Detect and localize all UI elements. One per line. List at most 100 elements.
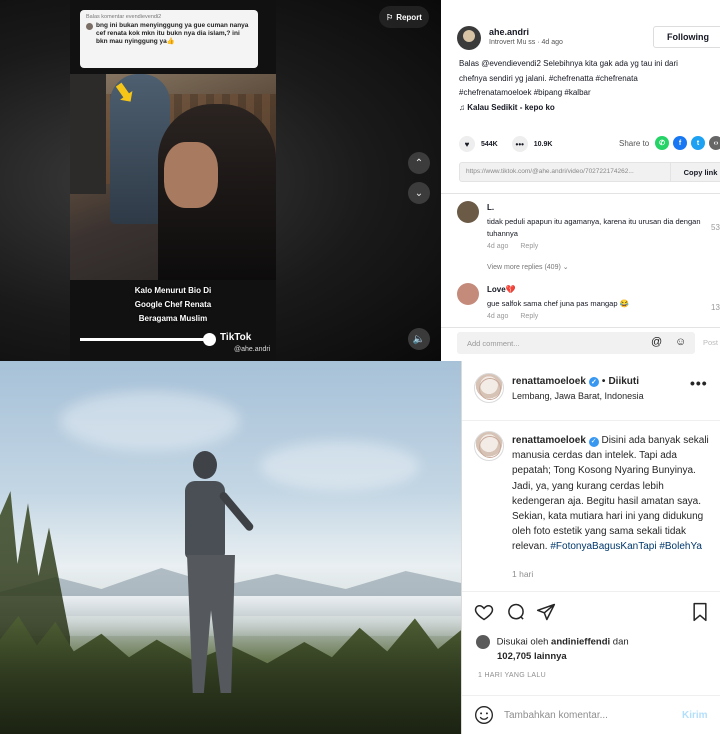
author-username[interactable]: ahe.andri [489,27,529,37]
link-url[interactable]: https://www.tiktok.com/@ahe.andri/video/… [466,168,666,175]
report-label: Report [396,12,422,22]
comment-input[interactable]: Tambahkan komentar... [504,710,608,721]
volume-button[interactable]: 🔈 [408,328,430,350]
caption-line-1: Kalo Menurut Bio Di [134,286,212,295]
following-status[interactable]: Diikuti [608,376,639,387]
like-icon[interactable] [472,600,496,624]
caption-line-2: Google Chef Renata [134,300,212,309]
next-video-button[interactable]: ⌄ [408,182,430,204]
caption-avatar[interactable] [474,431,504,461]
comment-like[interactable]: ♡ 53.9 [711,214,720,232]
post-button[interactable]: Post [703,338,718,347]
liked-by-and: dan [612,636,629,648]
profile-username[interactable]: renattamoeloek [512,376,586,387]
divider [441,193,720,194]
bystander-figure [70,74,106,194]
emoji-icon[interactable] [474,705,494,725]
share-plane-icon[interactable] [534,600,558,624]
more-options-icon[interactable]: ••• [690,375,708,391]
verified-badge-icon: ✓ [588,436,599,447]
tiktok-video-player[interactable]: Balas komentar evendievendi2 bng ini buk… [70,0,276,361]
instagram-side-panel: renattamoeloek ✓ • Diikuti Lembang, Jawa… [461,361,720,734]
facebook-icon[interactable]: f [673,136,687,150]
silhouette-legs [187,555,235,693]
comment-icon[interactable]: ••• [511,136,528,152]
comment-meta: 4d ago Reply [487,313,538,320]
comment-like[interactable]: ♡ 13.8 [711,294,720,312]
link-box: https://www.tiktok.com/@ahe.andri/video/… [459,162,720,182]
copy-link-button[interactable]: Copy link [670,163,720,181]
liked-by-user[interactable]: andinieffendi [551,637,610,648]
post-location[interactable]: Lembang, Jawa Barat, Indonesia [512,391,644,401]
comment-compose-bar: Add comment... @ ☺ Post [441,327,720,361]
comment-text: tidak peduli apapun itu agamanya, karena… [487,217,701,238]
video-progress-bar[interactable] [80,338,210,341]
previous-video-button[interactable]: ⌃ [408,152,430,174]
comment-like-count: 53.9 [711,223,720,232]
chevron-down-icon: ⌄ [562,264,569,271]
comment-placeholder: Add comment... [467,339,520,348]
caption-hashtags[interactable]: #FotonyaBagusKanTapi #BolehYa [550,541,702,552]
comment-compose-bar: Tambahkan komentar... Kirim [462,695,720,734]
comment-item: L. tidak peduli apapun itu agamanya, kar… [457,201,720,261]
emoji-icon[interactable]: ☺ [675,336,686,348]
likes-count: 544K [481,140,498,148]
music-link[interactable]: ♫ Kalau Sedikit - kepo ko [459,103,555,112]
following-button[interactable]: Following [653,26,720,48]
comment-input[interactable]: Add comment... @ ☺ [457,332,695,354]
video-frame [70,74,276,280]
heart-icon[interactable]: ♥ [459,136,475,152]
comment-time: 4d ago [487,243,509,250]
liked-by-count[interactable]: 102,705 lainnya [497,651,567,662]
flag-icon: ⚐ [386,12,394,22]
cloud [60,391,240,451]
whatsapp-icon[interactable]: ✆ [655,136,669,150]
comment-like-count: 13.8 [711,303,720,312]
reply-comment-label: Balas komentar evendievendi2 [86,14,162,20]
comment-avatar[interactable] [457,201,479,223]
reply-button[interactable]: Reply [520,313,538,320]
comment-name[interactable]: Love💔 [487,285,516,294]
bookmark-icon[interactable] [688,600,712,624]
reply-comment-text: bng ini bukan menyinggung ya gue cuman n… [86,22,252,46]
report-button[interactable]: ⚐ Report [379,6,429,28]
reply-button[interactable]: Reply [520,243,538,250]
comment-item: Love💔 gue salfok sama chef juna pas mang… [457,283,720,323]
send-button[interactable]: Kirim [682,710,708,721]
author-avatar[interactable] [457,26,481,50]
watermark-handle: @ahe.andri [234,346,271,353]
woman-face [164,142,218,208]
view-more-replies[interactable]: View more replies (409) ⌄ [487,263,569,271]
liked-by-avatar[interactable] [476,635,490,649]
music-title: Kalau Sedikit - kepo ko [467,103,555,112]
heart-outline-icon: ♡ [711,214,720,223]
chevron-down-icon: ⌄ [414,187,424,199]
profile-avatar[interactable] [474,373,504,403]
tiktok-watermark: TikTok [220,332,252,343]
speaker-icon: 🔈 [412,333,426,345]
twitter-icon[interactable]: t [691,136,705,150]
comment-text: gue salfok sama chef juna pas mangap 😂 [487,299,629,308]
post-header: renattamoeloek ✓ • Diikuti Lembang, Jawa… [462,361,720,421]
comment-avatar[interactable] [457,283,479,305]
verified-badge-icon: ✓ [588,376,599,387]
tiktok-screenshot: Balas komentar evendievendi2 bng ini buk… [0,0,720,361]
view-more-label: View more replies (409) [487,264,561,271]
comment-name[interactable]: L. [487,203,494,212]
liked-by: Disukai oleh andinieffendi dan 102,705 l… [476,635,629,664]
silhouette-head [193,451,217,479]
comment-bubble-icon[interactable] [504,600,528,624]
caption: renattamoeloek ✓ Disini ada banyak sekal… [512,433,712,555]
tiktok-side-panel: ahe.andri Introvert Mu ss · 4d ago Follo… [441,0,720,361]
embed-icon[interactable]: ‹› [709,136,720,150]
woman-silhouette [175,451,285,711]
comments-count: 10.9K [533,140,553,148]
mention-icon[interactable]: @ [651,336,662,348]
instagram-post-photo[interactable] [0,361,461,734]
video-description: Balas @evendievendi2 Selebihnya kita gak… [459,59,678,97]
share-label: Share to [619,139,650,148]
caption-username[interactable]: renattamoeloek [512,435,586,446]
post-date: 1 HARI YANG LALU [478,672,546,679]
liked-by-prefix: Disukai oleh [496,636,549,648]
caption-text: Disini ada banyak sekali manusia cerdas … [512,435,709,553]
